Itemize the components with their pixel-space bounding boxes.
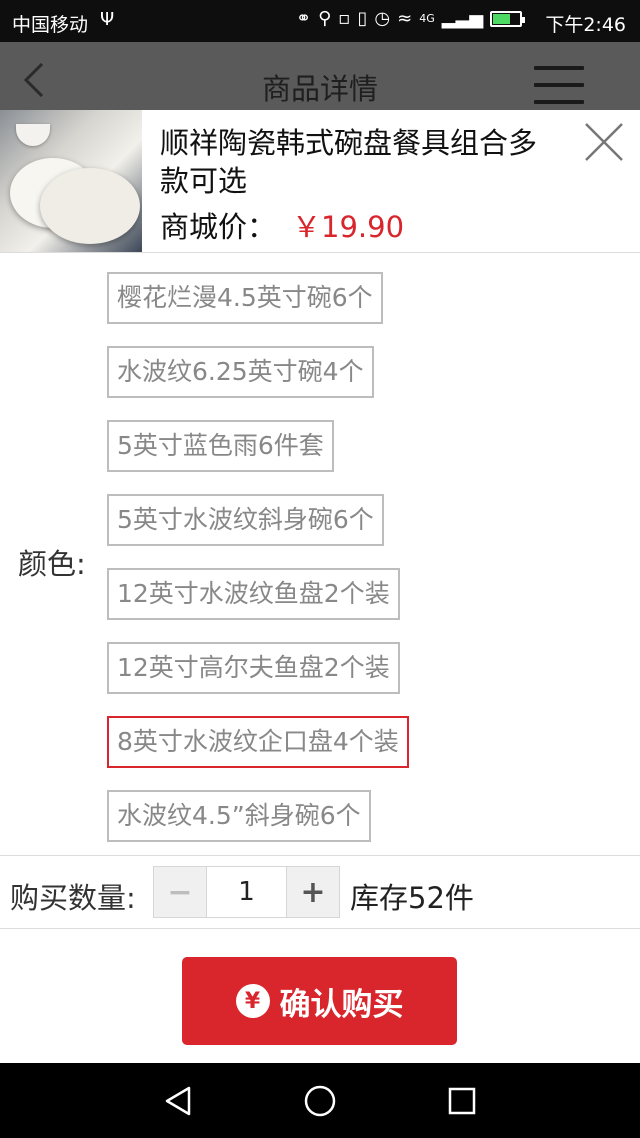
status-icons: ⚭ ⚲ ▫ ▯ ◷ ≈ 4G ▂▃▅ xyxy=(296,8,526,29)
decrement-button[interactable]: − xyxy=(154,867,207,917)
recents-square-icon[interactable] xyxy=(445,1084,479,1118)
color-label: 颜色: xyxy=(18,547,86,581)
color-option[interactable]: 樱花烂漫4.5英寸碗6个 xyxy=(107,272,383,324)
close-icon[interactable] xyxy=(582,120,626,164)
quantity-input[interactable]: 1 xyxy=(207,867,286,917)
product-summary: 顺祥陶瓷韩式碗盘餐具组合多款可选 商城价： ￥19.90 xyxy=(0,110,640,253)
clock-time: 下午2:46 xyxy=(545,14,626,36)
increment-button[interactable]: + xyxy=(286,867,339,917)
system-nav-bar xyxy=(0,1063,640,1138)
headset-icon: ⚭ xyxy=(296,8,312,29)
hamburger-menu-icon[interactable] xyxy=(534,66,584,106)
confirm-purchase-button[interactable]: ¥ 确认购买 xyxy=(182,957,457,1045)
price-label: 商城价： xyxy=(160,210,277,244)
stock-count: 库存52件 xyxy=(350,881,474,915)
color-selector: 颜色: 樱花烂漫4.5英寸碗6个 水波纹6.25英寸碗4个 5英寸蓝色雨6件套 … xyxy=(0,253,640,856)
signal-icon: ▂▃▅ xyxy=(441,8,484,29)
yen-icon: ¥ xyxy=(235,984,270,1018)
quantity-label: 购买数量: xyxy=(10,881,136,915)
network-type: 4G xyxy=(419,12,435,25)
usb-icon: Ψ xyxy=(100,9,115,30)
product-price: ￥19.90 xyxy=(292,210,405,244)
quantity-row: 购买数量: − 1 + 库存52件 xyxy=(0,856,640,929)
vibrate-icon: ▯ xyxy=(357,8,368,29)
nfc-icon: ▫ xyxy=(338,8,351,29)
wifi-icon: ≈ xyxy=(397,8,413,29)
back-triangle-icon[interactable] xyxy=(161,1084,195,1118)
color-option[interactable]: 水波纹6.25英寸碗4个 xyxy=(107,346,374,398)
color-option[interactable]: 12英寸水波纹鱼盘2个装 xyxy=(107,568,400,620)
status-bar: 中国移动 Ψ ⚭ ⚲ ▫ ▯ ◷ ≈ 4G ▂▃▅ 下午2:46 xyxy=(0,0,640,42)
home-circle-icon[interactable] xyxy=(303,1084,337,1118)
battery-icon xyxy=(490,10,526,27)
price-row: 商城价： ￥19.90 xyxy=(160,204,404,246)
color-option[interactable]: 12英寸高尔夫鱼盘2个装 xyxy=(107,642,400,694)
alarm-icon: ◷ xyxy=(374,8,391,29)
location-icon: ⚲ xyxy=(318,8,332,29)
confirm-purchase-label: 确认购买 xyxy=(279,986,404,1023)
color-option[interactable]: 5英寸蓝色雨6件套 xyxy=(107,420,334,472)
color-option[interactable]: 8英寸水波纹企口盘4个装 xyxy=(107,716,409,768)
product-name: 顺祥陶瓷韩式碗盘餐具组合多款可选 xyxy=(160,126,538,198)
color-option[interactable]: 水波纹4.5”斜身碗6个 xyxy=(107,790,371,842)
carrier-name: 中国移动 xyxy=(12,14,89,36)
product-thumbnail xyxy=(0,110,142,252)
color-option[interactable]: 5英寸水波纹斜身碗6个 xyxy=(107,494,384,546)
quantity-stepper: − 1 + xyxy=(153,866,340,918)
navigation-bar: 商品详情 xyxy=(0,42,640,110)
